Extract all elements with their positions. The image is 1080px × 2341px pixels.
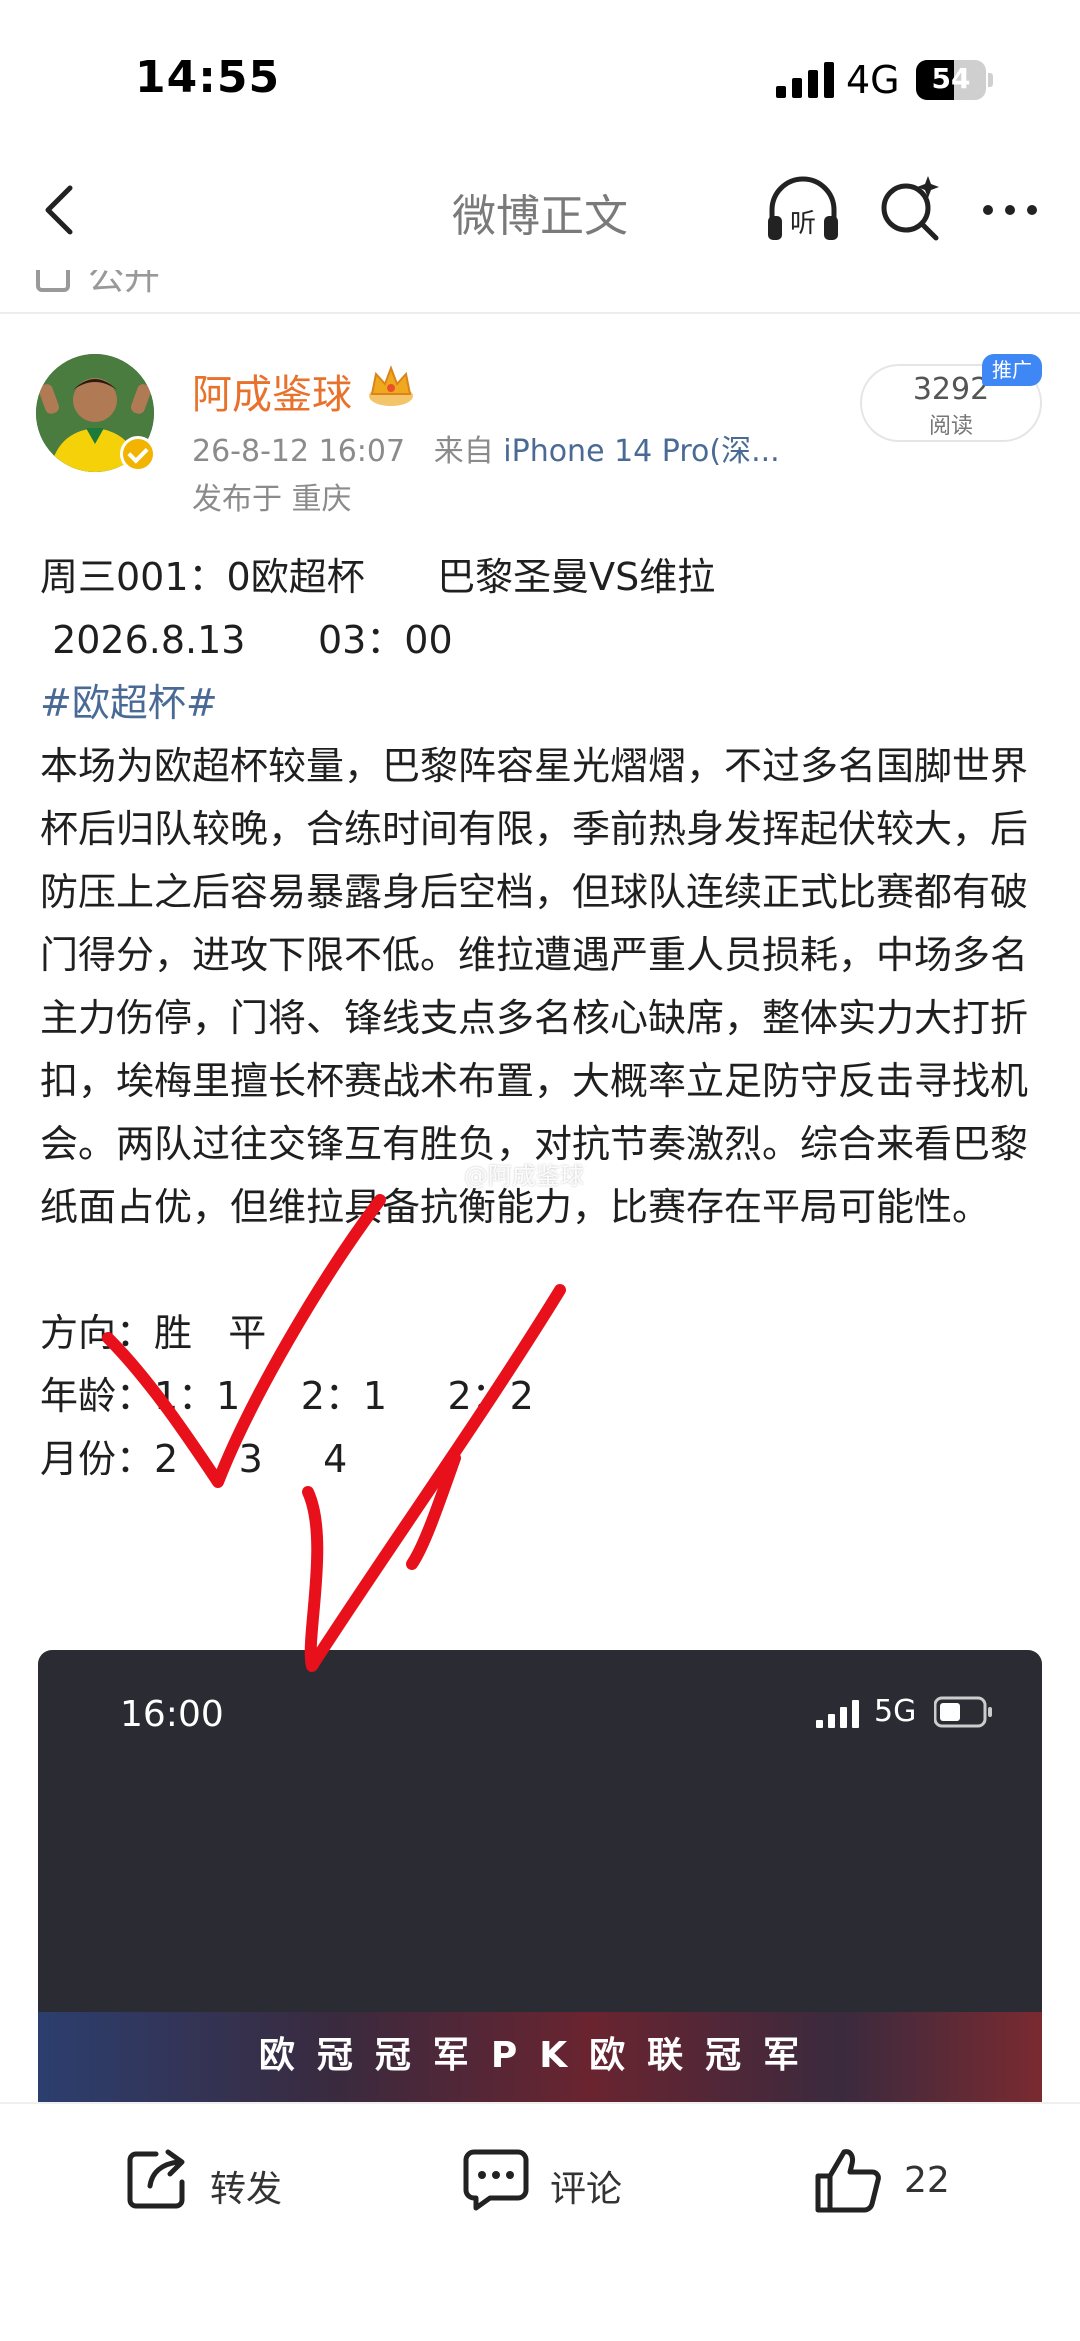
match-datetime: 2026.8.13 03：00 xyxy=(40,618,453,662)
post-location: 发布于 重庆 xyxy=(192,482,352,517)
verified-badge-icon xyxy=(120,436,156,472)
like-count: 22 xyxy=(904,2160,950,2201)
share-icon xyxy=(127,2149,185,2209)
thumbs-up-icon xyxy=(815,2149,881,2213)
embedded-image[interactable]: 16:00 5G 欧冠冠军PK欧联冠军 xyxy=(38,1650,1042,2102)
hashtag-link[interactable]: #欧超杯# xyxy=(40,672,1050,735)
post-source-prefix: 来自 xyxy=(433,434,494,469)
embedded-network: 5G xyxy=(874,1694,917,1729)
repost-label: 转发 xyxy=(210,2169,283,2210)
like-button[interactable]: 22 xyxy=(812,2144,1012,2224)
bottom-action-bar: 转发 评论 22 xyxy=(0,2102,1080,2341)
watermark: @阿成鉴球 xyxy=(464,1162,584,1190)
comment-label: 评论 xyxy=(550,2169,623,2210)
status-time: 14:55 xyxy=(135,52,281,103)
prediction-month: 月份：2 3 4 xyxy=(40,1437,348,1481)
svg-text:听: 听 xyxy=(790,209,816,239)
embedded-battery-icon xyxy=(934,1696,992,1728)
headphones-listen-icon[interactable]: 听 xyxy=(764,176,842,244)
battery-percent: 54 xyxy=(931,62,971,95)
post-source[interactable]: iPhone 14 Pro(深... xyxy=(503,434,779,469)
post-timestamp: 26-8-12 16:07 xyxy=(192,434,406,469)
more-options-icon[interactable] xyxy=(978,186,1042,234)
read-label: 阅读 xyxy=(928,414,973,439)
embedded-time: 16:00 xyxy=(120,1694,224,1735)
nav-bar: 微博正文 听 xyxy=(0,150,1080,270)
embedded-banner: 欧冠冠军PK欧联冠军 xyxy=(38,2012,1042,2102)
visibility-label: 公开 xyxy=(88,270,161,298)
network-label: 4G xyxy=(846,58,900,102)
match-line: 周三001：0欧超杯 巴黎圣曼VS维拉 xyxy=(40,555,716,599)
promo-tag[interactable]: 推广 xyxy=(982,354,1042,386)
battery-icon: 54 xyxy=(916,60,994,100)
lock-icon xyxy=(36,270,70,292)
post-body: 周三001：0欧超杯 巴黎圣曼VS维拉 2026.8.13 03：00 #欧超杯… xyxy=(40,546,1050,1491)
status-bar: 14:55 4G 54 xyxy=(0,0,1080,150)
signal-icon xyxy=(776,62,834,98)
post-meta: 26-8-12 16:07 来自 iPhone 14 Pro(深... xyxy=(192,426,780,470)
comment-icon xyxy=(463,2149,529,2211)
comment-button[interactable]: 评论 xyxy=(460,2144,660,2224)
crown-icon xyxy=(369,365,413,406)
prediction-direction: 方向：胜 平 xyxy=(40,1311,267,1355)
author-name[interactable]: 阿成鉴球 xyxy=(192,362,352,420)
embedded-banner-text: 欧冠冠军PK欧联冠军 xyxy=(258,2035,822,2076)
visibility-row: 公开 xyxy=(0,270,1080,314)
search-sparkle-icon[interactable] xyxy=(876,174,944,246)
repost-button[interactable]: 转发 xyxy=(122,2144,322,2224)
prediction-age: 年龄：1：1 2：1 2：2 xyxy=(40,1374,534,1418)
embedded-signal-icon xyxy=(816,1700,859,1728)
